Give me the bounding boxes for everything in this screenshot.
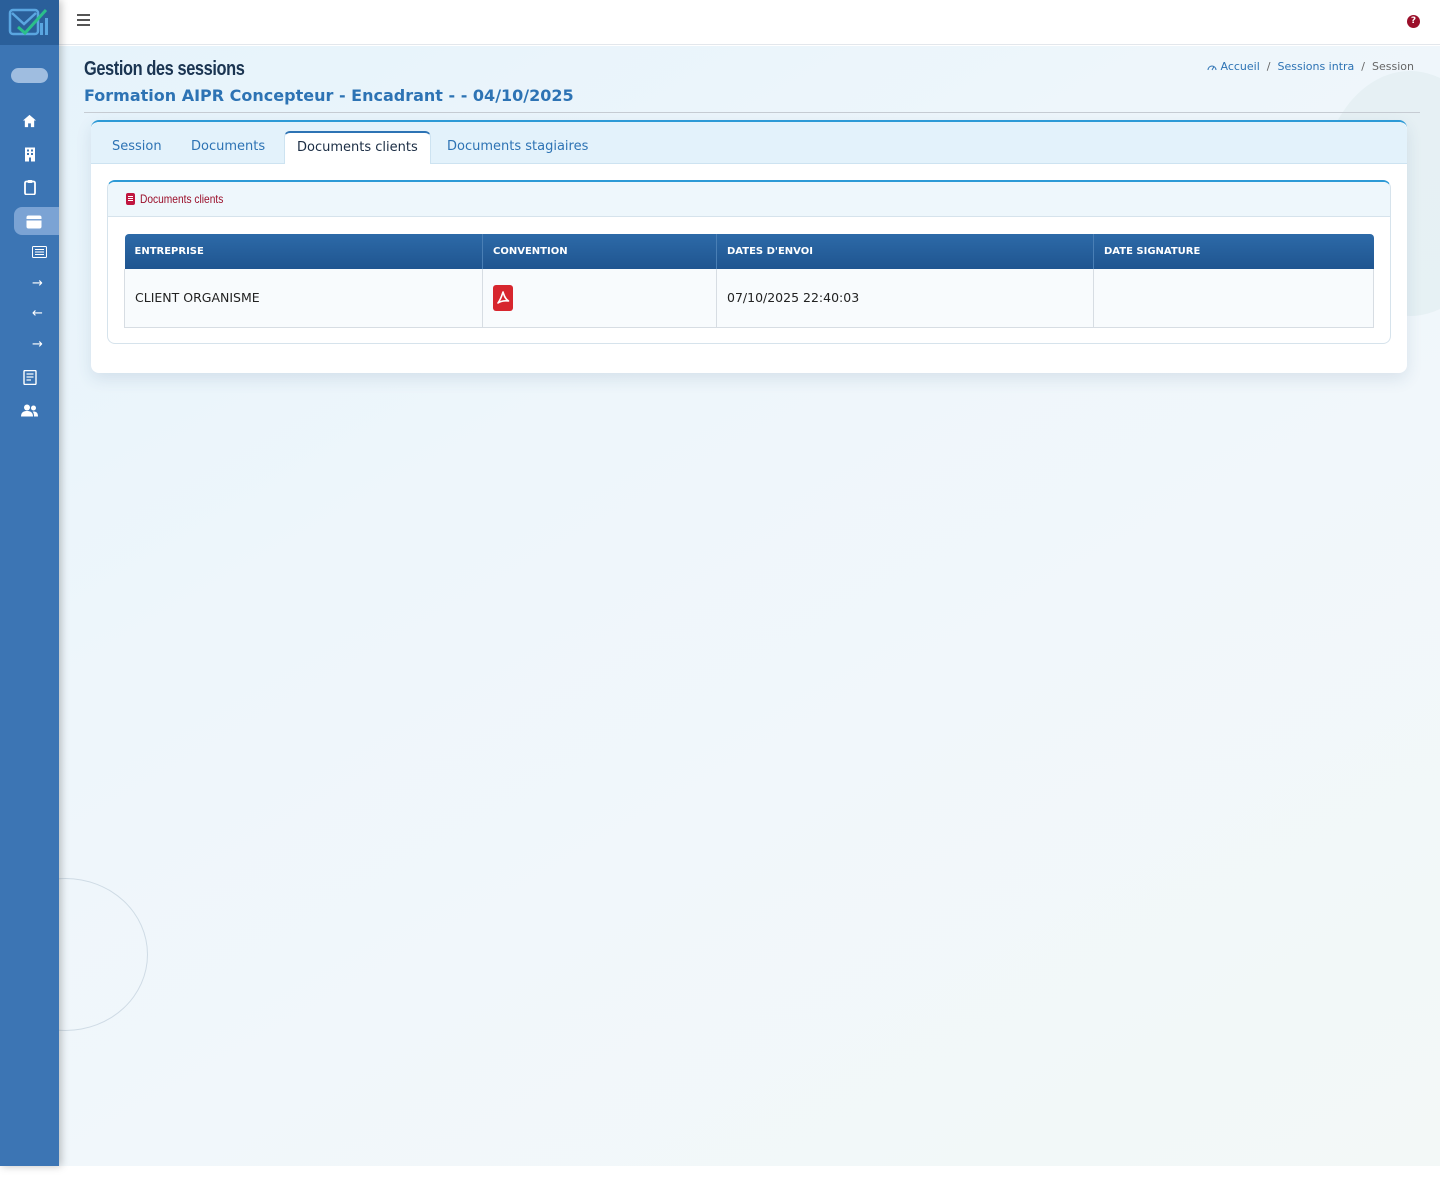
sidebar-item-arrow-right[interactable]: →: [0, 269, 59, 297]
tab-documents-clients[interactable]: Documents clients: [284, 131, 431, 164]
column-header-date-signature[interactable]: DATE SIGNATURE: [1093, 234, 1374, 269]
sidebar-item-document[interactable]: [0, 363, 59, 391]
breadcrumb: Accueil / Sessions intra / Session: [1207, 60, 1414, 73]
dashboard-icon: [1207, 65, 1217, 70]
cell-dates-envoi: 07/10/2025 22:40:03: [716, 269, 1094, 328]
column-header-dates-envoi[interactable]: DATES D'ENVOI: [716, 234, 1094, 269]
cell-date-signature: [1093, 269, 1374, 328]
sidebar-item-users[interactable]: [0, 396, 59, 424]
title-divider: [84, 112, 1420, 113]
document-icon: [126, 193, 135, 205]
tab-session[interactable]: Session: [100, 131, 174, 163]
list-icon: [32, 246, 47, 258]
documents-clients-panel: Documents clients ENTREPRISE CONVENTION …: [107, 180, 1391, 344]
session-card: Session Documents Documents clients Docu…: [91, 120, 1407, 373]
tab-bar: Session Documents Documents clients Docu…: [91, 122, 1407, 164]
app-logo[interactable]: [0, 0, 59, 45]
sidebar-item-clipboard[interactable]: [0, 173, 59, 201]
page-subtitle: Formation AIPR Concepteur - Encadrant - …: [84, 86, 574, 105]
table-header-row: ENTREPRISE CONVENTION DATES D'ENVOI DATE…: [124, 234, 1374, 269]
hamburger-icon[interactable]: [77, 14, 90, 28]
column-header-entreprise[interactable]: ENTREPRISE: [124, 234, 483, 269]
documents-table: ENTREPRISE CONVENTION DATES D'ENVOI DATE…: [124, 234, 1374, 328]
table-row: CLIENT ORGANISME 07/10/2025 22:40:03: [124, 269, 1374, 328]
tab-documents-stagiaires[interactable]: Documents stagiaires: [435, 131, 600, 163]
sidebar-item-calendar[interactable]: [14, 207, 59, 235]
logo-icon: [8, 8, 48, 35]
sidebar-item-list[interactable]: [0, 238, 59, 266]
pdf-icon[interactable]: [493, 284, 513, 311]
decorative-circle: [59, 878, 148, 1031]
users-icon: [21, 404, 38, 416]
tab-documents[interactable]: Documents: [179, 131, 277, 163]
help-icon[interactable]: ?: [1407, 15, 1420, 28]
home-icon: [22, 114, 37, 128]
arrow-right-icon: →: [32, 275, 43, 291]
breadcrumb-home-label: Accueil: [1220, 60, 1260, 73]
breadcrumb-home[interactable]: Accueil: [1207, 60, 1260, 73]
breadcrumb-sessions-intra[interactable]: Sessions intra: [1277, 60, 1354, 73]
arrow-left-icon: ←: [32, 305, 43, 321]
panel-title: Documents clients: [140, 192, 224, 206]
document-icon: [22, 369, 37, 385]
topbar: ?: [59, 0, 1440, 45]
sidebar-item-arrow-right-2[interactable]: →: [0, 330, 59, 358]
clipboard-icon: [23, 179, 36, 195]
sidebar: → ← →: [0, 0, 59, 1166]
arrow-right-icon: →: [32, 336, 43, 352]
sidebar-item-home[interactable]: [0, 107, 59, 135]
calendar-icon: [26, 215, 42, 228]
breadcrumb-current: Session: [1372, 60, 1414, 73]
sidebar-item-arrow-left[interactable]: ←: [0, 299, 59, 327]
sidebar-item-building[interactable]: [0, 140, 59, 168]
breadcrumb-separator: /: [1361, 60, 1366, 73]
building-icon: [24, 147, 35, 161]
sidebar-toggle-pill[interactable]: [11, 68, 48, 83]
page-title: Gestion des sessions: [84, 58, 245, 80]
cell-convention: [482, 269, 717, 328]
cell-entreprise: CLIENT ORGANISME: [124, 269, 483, 328]
column-header-convention[interactable]: CONVENTION: [482, 234, 717, 269]
main-content: Gestion des sessions Formation AIPR Conc…: [59, 46, 1440, 1166]
acrobat-glyph: [497, 290, 510, 304]
breadcrumb-separator: /: [1266, 60, 1271, 73]
panel-header: Documents clients: [108, 182, 1390, 217]
footer-strip: [0, 1166, 1440, 1200]
